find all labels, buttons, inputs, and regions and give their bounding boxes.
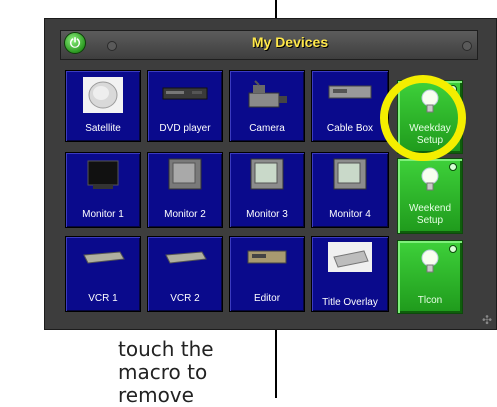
dvd-player-icon xyxy=(162,87,208,100)
cable-box-icon xyxy=(328,85,372,99)
device-label: Camera xyxy=(249,123,285,134)
device-label: Satellite xyxy=(85,123,121,134)
device-label: Editor xyxy=(253,293,281,304)
device-label: DVD player xyxy=(159,123,211,134)
macro-button-tlcon[interactable]: Tlcon xyxy=(397,240,463,314)
device-button-monitor-1[interactable]: Monitor 1 xyxy=(65,152,141,228)
light-bulb-icon xyxy=(421,249,439,273)
device-label: Monitor 2 xyxy=(164,209,206,220)
device-button-camera[interactable]: Camera xyxy=(229,70,305,142)
device-button-vcr-2[interactable]: VCR 2 xyxy=(147,236,223,312)
device-button-monitor-3[interactable]: Monitor 3 xyxy=(229,152,305,228)
device-button-monitor-4[interactable]: Monitor 4 xyxy=(311,152,389,228)
monitor-icon xyxy=(250,158,284,190)
device-label: Title Overlay xyxy=(322,297,378,308)
device-button-satellite[interactable]: Satellite xyxy=(65,70,141,142)
guide-line-top xyxy=(275,0,277,18)
vcr-icon xyxy=(83,251,125,264)
device-label: Monitor 3 xyxy=(246,209,288,220)
resize-grip-icon[interactable]: ✣ xyxy=(482,313,492,327)
vcr-icon xyxy=(165,251,207,264)
device-button-dvd-player[interactable]: DVD player xyxy=(147,70,223,142)
satellite-dish-icon xyxy=(83,77,123,113)
title-overlay-icon xyxy=(328,242,372,272)
editor-deck-icon xyxy=(247,250,287,264)
macro-label: Weekend Setup xyxy=(408,203,452,226)
macro-label: Tlcon xyxy=(417,295,443,306)
device-label: Cable Box xyxy=(326,123,374,134)
device-button-monitor-2[interactable]: Monitor 2 xyxy=(147,152,223,228)
status-dot-icon xyxy=(449,245,457,253)
status-dot-icon xyxy=(449,163,457,171)
light-bulb-icon xyxy=(421,167,439,191)
device-label: VCR 1 xyxy=(88,293,118,304)
highlight-ring xyxy=(380,75,466,161)
macro-button-weekend-setup[interactable]: Weekend Setup xyxy=(397,158,463,234)
instruction-caption: touch the macro to remove xyxy=(118,337,214,407)
device-button-cable-box[interactable]: Cable Box xyxy=(311,70,389,142)
titlebar-knob-left-icon xyxy=(107,41,117,51)
device-button-editor[interactable]: Editor xyxy=(229,236,305,312)
device-button-title-overlay[interactable]: Title Overlay xyxy=(311,236,389,312)
device-label: Monitor 4 xyxy=(329,209,371,220)
device-label: VCR 2 xyxy=(170,293,200,304)
device-label: Monitor 1 xyxy=(82,209,124,220)
camera-icon xyxy=(248,80,287,108)
monitor-icon xyxy=(87,160,119,189)
power-icon[interactable]: ⏻ xyxy=(64,32,86,54)
monitor-icon xyxy=(333,158,367,190)
monitor-icon xyxy=(168,158,202,190)
titlebar-knob-right-icon xyxy=(462,41,472,51)
window-title: My Devices xyxy=(251,34,329,50)
device-button-vcr-1[interactable]: VCR 1 xyxy=(65,236,141,312)
